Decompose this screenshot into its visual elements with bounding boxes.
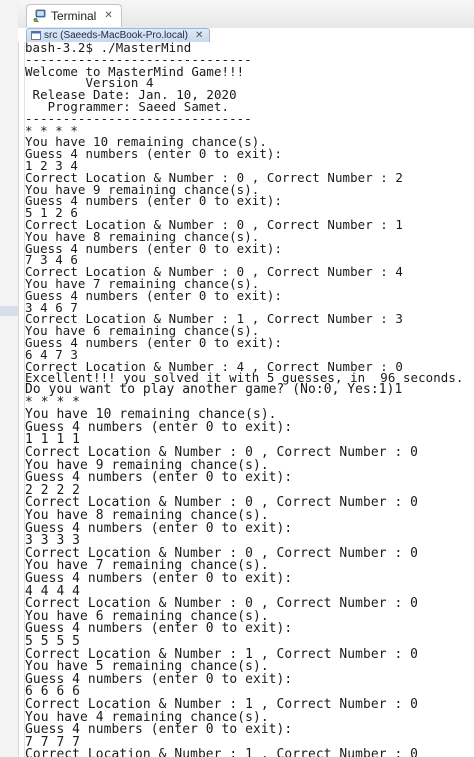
- console-line: Guess 4 numbers (enter 0 to exit):: [25, 287, 283, 303]
- console-line: Guess 4 numbers (enter 0 to exit):: [25, 193, 283, 209]
- console-line: Guess 4 numbers (enter 0 to exit):: [25, 621, 293, 637]
- session-title: src (Saeeds-MacBook-Pro.local): [44, 30, 188, 41]
- session-close-icon[interactable]: ✕: [195, 30, 203, 41]
- console-line: Correct Location & Number : 1 , Correct …: [25, 747, 419, 757]
- console-line: Guess 4 numbers (enter 0 to exit):: [25, 722, 293, 738]
- console-line: Guess 4 numbers (enter 0 to exit):: [25, 146, 283, 162]
- terminal-console-output[interactable]: bash-3.2$ ./MasterMind ------------------…: [24, 42, 474, 757]
- view-tab-bar: Terminal ✕: [18, 0, 474, 29]
- tab-session[interactable]: src (Saeeds-MacBook-Pro.local) ✕: [26, 28, 211, 42]
- side-panel-marker: [0, 306, 18, 316]
- side-panel-strip: [0, 0, 19, 757]
- tab-terminal[interactable]: Terminal ✕: [26, 4, 122, 27]
- terminal-icon: [33, 9, 47, 23]
- console-line: Guess 4 numbers (enter 0 to exit):: [25, 470, 293, 486]
- console-icon: [31, 31, 41, 40]
- close-icon[interactable]: ✕: [104, 11, 112, 21]
- tab-title: Terminal: [51, 9, 97, 23]
- console-line: Guess 4 numbers (enter 0 to exit):: [25, 419, 293, 435]
- console-line: Guess 4 numbers (enter 0 to exit):: [25, 671, 293, 687]
- console-line: Guess 4 numbers (enter 0 to exit):: [25, 240, 283, 256]
- console-line: Guess 4 numbers (enter 0 to exit):: [25, 520, 293, 536]
- console-line: Guess 4 numbers (enter 0 to exit):: [25, 571, 293, 587]
- console-line: Guess 4 numbers (enter 0 to exit):: [25, 334, 283, 350]
- console-line: ------------------------------: [25, 110, 252, 126]
- console-line: Do you want to play another game? (No:0,…: [25, 382, 403, 398]
- session-tab-bar: src (Saeeds-MacBook-Pro.local) ✕: [18, 28, 474, 42]
